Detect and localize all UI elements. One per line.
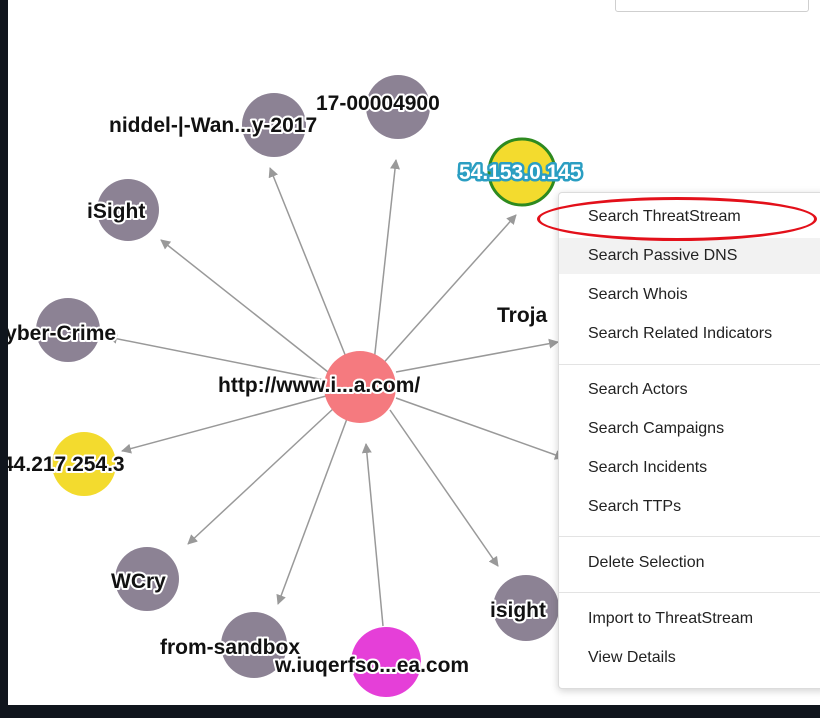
edge-to-sandbox	[276, 415, 349, 605]
menu-separator	[559, 364, 820, 365]
menu-item-view-details[interactable]: View Details	[559, 640, 820, 676]
edge-to-right	[395, 397, 565, 460]
edge-to-wcry	[187, 407, 335, 545]
node-label-niddel: niddel-|-Wan...y-2017	[109, 114, 317, 137]
node-label-ip2: 44.217.254.3	[8, 453, 125, 476]
menu-item-search-related-indicators[interactable]: Search Related Indicators	[559, 316, 820, 352]
edge-to-trojan	[395, 338, 559, 373]
node-label-isight: iSight	[87, 200, 145, 223]
menu-item-search-threatstream[interactable]: Search ThreatStream	[559, 199, 820, 235]
node-label-center: http://www.i...a.com/	[218, 374, 420, 397]
menu-item-search-campaigns[interactable]: Search Campaigns	[559, 411, 820, 447]
edge-to-niddel	[268, 167, 349, 363]
menu-separator	[559, 536, 820, 537]
node-label-domain: w.iuqerfso...ea.com	[274, 654, 469, 677]
menu-item-search-actors[interactable]: Search Actors	[559, 372, 820, 408]
node-label-wcry: WCry	[111, 570, 166, 593]
graph-canvas[interactable]: 17-00004900 niddel-|-Wan...y-2017 54.153…	[8, 0, 820, 705]
context-menu: Search ThreatStream Search Passive DNS S…	[558, 192, 820, 689]
edge-to-17	[373, 159, 400, 363]
menu-item-import-to-threatstream[interactable]: Import to ThreatStream	[559, 601, 820, 637]
menu-item-search-ttps[interactable]: Search TTPs	[559, 489, 820, 525]
node-labels: 17-00004900 niddel-|-Wan...y-2017 54.153…	[8, 90, 584, 679]
menu-item-search-whois[interactable]: Search Whois	[559, 277, 820, 313]
node-label-ip-selected: 54.153.0.145	[459, 161, 582, 184]
node-label-cyber: Cyber-Crime	[8, 322, 116, 345]
node-label-17: 17-00004900	[316, 92, 440, 115]
edge-to-ip2	[121, 395, 327, 454]
menu-item-search-incidents[interactable]: Search Incidents	[559, 450, 820, 486]
menu-item-search-passive-dns[interactable]: Search Passive DNS	[559, 238, 820, 274]
menu-separator	[559, 592, 820, 593]
edge-to-isight2	[389, 409, 499, 567]
edge-from-domain	[361, 443, 384, 627]
node-label-trojan: Troja	[497, 304, 548, 327]
node-label-isight2: isight	[490, 599, 546, 622]
menu-item-delete-selection[interactable]: Delete Selection	[559, 545, 820, 581]
